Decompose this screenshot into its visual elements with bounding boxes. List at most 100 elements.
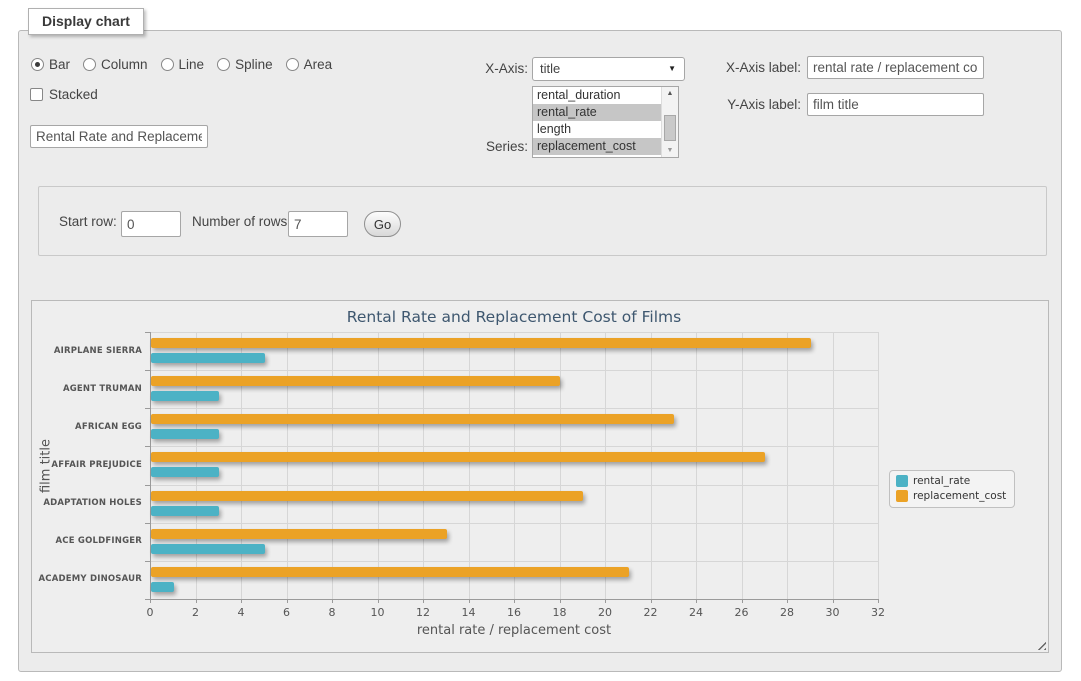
radio-area-circle[interactable] — [286, 58, 299, 71]
gridline-h — [150, 561, 878, 562]
legend-swatch-rental_rate — [896, 475, 908, 487]
num-rows-input[interactable] — [288, 211, 348, 237]
x-tick-label: 0 — [133, 606, 167, 619]
gridline-h — [150, 408, 878, 409]
bar-rental_rate-4 — [151, 506, 219, 516]
category-label: AFRICAN EGG — [32, 422, 142, 432]
gridline-v — [287, 332, 288, 599]
gridline-v — [696, 332, 697, 599]
radio-column-circle[interactable] — [83, 58, 96, 71]
display-chart-panel: BarColumnLineSplineArea Stacked X-Axis: … — [18, 30, 1062, 672]
bar-rental_rate-5 — [151, 544, 265, 554]
gridline-v — [514, 332, 515, 599]
gridline-v — [651, 332, 652, 599]
gridline-v — [605, 332, 606, 599]
x-tick-label: 16 — [497, 606, 531, 619]
radio-area-label: Area — [304, 57, 333, 72]
start-row-label: Start row: — [59, 214, 117, 229]
num-rows-label: Number of rows: — [192, 214, 291, 229]
radio-line[interactable]: Line — [161, 57, 205, 72]
radio-column-label: Column — [101, 57, 148, 72]
radio-area[interactable]: Area — [286, 57, 333, 72]
category-label: ACADEMY DINOSAUR — [32, 574, 142, 584]
bar-replacement_cost-4 — [151, 491, 583, 501]
bar-replacement_cost-1 — [151, 376, 560, 386]
gridline-v — [787, 332, 788, 599]
bar-rental_rate-0 — [151, 353, 265, 363]
y-axis-label-input[interactable] — [807, 93, 984, 116]
gridline-v — [332, 332, 333, 599]
series-option-replacement_cost[interactable]: replacement_cost — [533, 138, 661, 155]
radio-spline-circle[interactable] — [217, 58, 230, 71]
x-tick-label: 28 — [770, 606, 804, 619]
x-tick-label: 24 — [679, 606, 713, 619]
legend-swatch-replacement_cost — [896, 490, 908, 502]
gridline-h — [150, 332, 878, 333]
bar-replacement_cost-0 — [151, 338, 811, 348]
series-option-length[interactable]: length — [533, 121, 661, 138]
gridline-v — [833, 332, 834, 599]
scroll-down-icon[interactable]: ▼ — [662, 147, 678, 154]
scrollbar-thumb[interactable] — [664, 115, 676, 141]
series-option-rental_duration[interactable]: rental_duration — [533, 87, 661, 104]
legend-label-rental_rate: rental_rate — [913, 475, 970, 487]
display-chart-tab: Display chart — [28, 8, 144, 35]
series-option-rental_rate[interactable]: rental_rate — [533, 104, 661, 121]
x-axis-selected-value: title — [540, 61, 560, 76]
listbox-scrollbar[interactable]: ▲ ▼ — [661, 87, 678, 157]
radio-bar-circle[interactable] — [31, 58, 44, 71]
radio-bar[interactable]: Bar — [31, 57, 70, 72]
gridline-v — [560, 332, 561, 599]
legend-item-rental_rate[interactable]: rental_rate — [896, 475, 1006, 487]
radio-spline[interactable]: Spline — [217, 57, 273, 72]
x-tick-label: 22 — [634, 606, 668, 619]
start-row-input[interactable] — [121, 211, 181, 237]
x-axis-label-input[interactable] — [807, 56, 984, 79]
scroll-up-icon[interactable]: ▲ — [662, 90, 678, 97]
radio-spline-label: Spline — [235, 57, 273, 72]
x-axis-select[interactable]: title ▼ — [532, 57, 685, 81]
category-label: ACE GOLDFINGER — [32, 536, 142, 546]
x-tick-label: 12 — [406, 606, 440, 619]
go-button[interactable]: Go — [364, 211, 401, 237]
bar-replacement_cost-2 — [151, 414, 674, 424]
x-axis-select-label: X-Axis: — [449, 61, 528, 76]
x-tick-label: 8 — [315, 606, 349, 619]
gridline-v — [423, 332, 424, 599]
bar-rental_rate-3 — [151, 467, 219, 477]
legend-label-replacement_cost: replacement_cost — [913, 490, 1006, 502]
radio-line-label: Line — [179, 57, 205, 72]
gridline-h — [150, 523, 878, 524]
chart-container: Rental Rate and Replacement Cost of Film… — [31, 300, 1049, 653]
category-label: AFFAIR PREJUDICE — [32, 460, 142, 470]
x-tick-label: 26 — [725, 606, 759, 619]
chart-title-input[interactable] — [30, 125, 208, 148]
chart-legend: rental_rate replacement_cost — [889, 470, 1015, 508]
radio-column[interactable]: Column — [83, 57, 148, 72]
gridline-h — [150, 485, 878, 486]
radio-line-circle[interactable] — [161, 58, 174, 71]
x-axis-line — [150, 599, 878, 600]
gridline-v — [878, 332, 879, 599]
gridline-v — [241, 332, 242, 599]
x-axis-tick — [878, 599, 879, 603]
bar-replacement_cost-3 — [151, 452, 765, 462]
gridline-v — [196, 332, 197, 599]
stacked-checkbox[interactable] — [30, 88, 43, 101]
chevron-down-icon: ▼ — [668, 64, 676, 73]
category-label: AIRPLANE SIERRA — [32, 346, 142, 356]
x-axis-title: rental rate / replacement cost — [314, 623, 714, 638]
chart-title: Rental Rate and Replacement Cost of Film… — [214, 308, 814, 326]
x-tick-label: 30 — [816, 606, 850, 619]
series-listbox[interactable]: rental_durationrental_ratelengthreplacem… — [532, 86, 679, 158]
bar-rental_rate-6 — [151, 582, 174, 592]
gridline-h — [150, 446, 878, 447]
x-tick-label: 18 — [543, 606, 577, 619]
y-axis-label-field-label: Y-Axis label: — [709, 97, 801, 112]
gridline-v — [742, 332, 743, 599]
resize-handle[interactable] — [1035, 639, 1046, 650]
legend-item-replacement_cost[interactable]: replacement_cost — [896, 490, 1006, 502]
x-tick-label: 4 — [224, 606, 258, 619]
bar-replacement_cost-5 — [151, 529, 447, 539]
gridline-h — [150, 370, 878, 371]
